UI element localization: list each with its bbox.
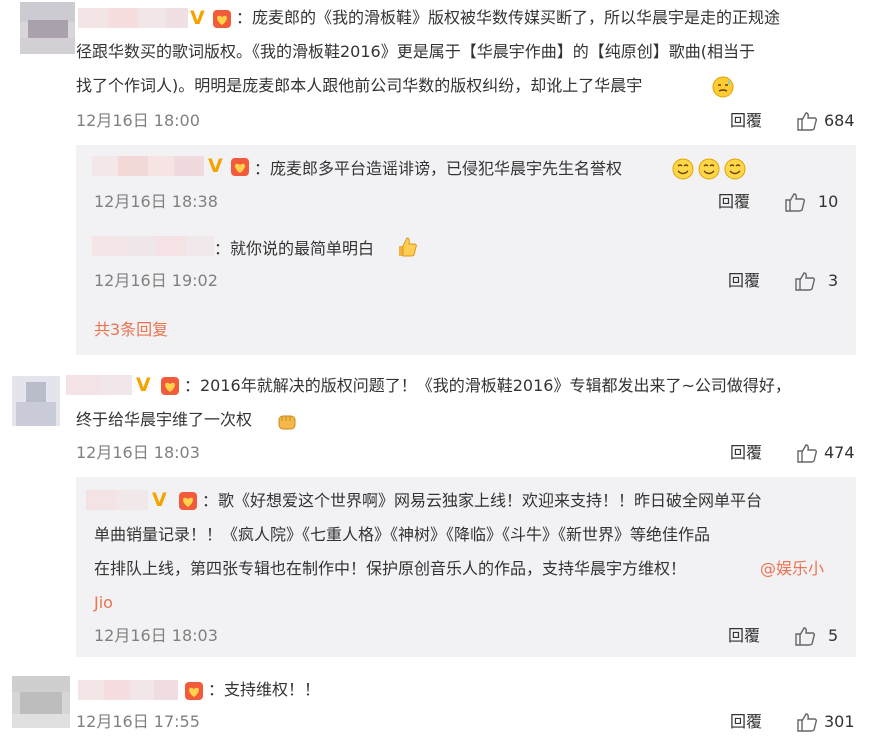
reply-button[interactable]: 回覆 <box>730 111 762 131</box>
fan-badge-icon <box>213 10 231 28</box>
verified-icon: V <box>136 374 151 396</box>
verified-icon: V <box>190 7 205 29</box>
comment-text: ：庞麦郎的《我的滑板鞋》版权被华数传媒买断了，所以华晨宇是走的正规途 <box>236 8 781 27</box>
thumbs-up-emoji-icon <box>399 237 417 257</box>
smile-emoji-icon <box>698 158 720 180</box>
mention-link[interactable]: Jio <box>94 586 113 620</box>
username[interactable] <box>92 156 204 176</box>
timestamp: 12月16日 19:02 <box>94 271 218 290</box>
reply-text: 在排队上线，第四张专辑也在制作中！保护原创音乐人的作品，支持华晨宇方维权！ <box>94 559 687 578</box>
reply-text: ：庞麦郎多平台造谣诽谤，已侵犯华晨宇先生名誉权 <box>254 159 623 178</box>
thumbs-up-icon[interactable] <box>794 625 816 647</box>
like-count: 10 <box>818 192 839 211</box>
reply-text: 单曲销量记录！！《疯人院》《七重人格》《神树》《降临》《斗牛》《新世界》等绝佳作… <box>94 525 711 544</box>
reply-text: ：歌《好想爱这个世界啊》网易云独家上线！欢迎来支持！！昨日破全网单平台 <box>202 491 763 510</box>
fan-badge-icon <box>185 682 203 700</box>
fan-badge-icon <box>179 492 197 510</box>
smile-emoji-icon <box>724 158 746 180</box>
reply-button[interactable]: 回覆 <box>728 626 760 646</box>
mention-link[interactable]: @娱乐小 <box>760 552 824 586</box>
thumbs-up-icon[interactable] <box>796 442 818 464</box>
like-count: 684 <box>824 111 855 130</box>
comment-text: 径跟华数买的歌词版权。《我的滑板鞋2016》更是属于【华晨宇作曲】的【纯原创】歌… <box>76 42 755 61</box>
reply-text: ：就你说的最简单明白 <box>214 239 375 258</box>
like-count: 3 <box>828 271 839 290</box>
thumbs-up-icon[interactable] <box>796 711 818 733</box>
timestamp: 12月16日 17:55 <box>76 712 200 731</box>
username[interactable] <box>92 236 214 256</box>
smile-emoji-icon <box>672 158 694 180</box>
comment-text: ：2016年就解决的版权问题了！《我的滑板鞋2016》专辑都发出来了~公司做得好… <box>184 376 791 395</box>
comment-text: 找了个作词人)。明明是庞麦郎本人跟他前公司华数的版权纠纷，却讹上了华晨宇 <box>76 76 643 95</box>
reply-button[interactable]: 回覆 <box>730 443 762 463</box>
username[interactable] <box>86 490 148 510</box>
reply-button[interactable]: 回覆 <box>728 271 760 291</box>
reply-button[interactable]: 回覆 <box>718 192 750 212</box>
comment-text: 终于给华晨宇维了一次权 <box>76 410 253 429</box>
comment-text: ：支持维权！！ <box>208 680 321 699</box>
reply-button[interactable]: 回覆 <box>730 712 762 732</box>
like-count: 5 <box>828 626 839 645</box>
fan-badge-icon <box>161 377 179 395</box>
like-count: 301 <box>824 712 855 731</box>
timestamp: 12月16日 18:38 <box>94 192 218 211</box>
thumbs-up-icon[interactable] <box>794 270 816 292</box>
avatar[interactable] <box>12 376 60 426</box>
fan-badge-icon <box>231 158 249 176</box>
timestamp: 12月16日 18:03 <box>94 626 218 645</box>
more-replies-link[interactable]: 共3条回复 <box>94 320 168 340</box>
timestamp: 12月16日 18:03 <box>76 443 200 462</box>
thumbs-up-icon[interactable] <box>796 110 818 132</box>
username[interactable] <box>66 375 132 395</box>
thumbs-up-icon[interactable] <box>784 191 806 213</box>
username[interactable] <box>78 8 188 28</box>
sweat-emoji-icon <box>712 76 734 98</box>
verified-icon: V <box>152 489 167 511</box>
avatar[interactable] <box>20 2 75 54</box>
fist-emoji-icon <box>278 415 296 430</box>
username[interactable] <box>78 680 178 700</box>
like-count: 474 <box>824 443 855 462</box>
avatar[interactable] <box>12 676 70 728</box>
verified-icon: V <box>208 155 223 177</box>
timestamp: 12月16日 18:00 <box>76 111 200 130</box>
